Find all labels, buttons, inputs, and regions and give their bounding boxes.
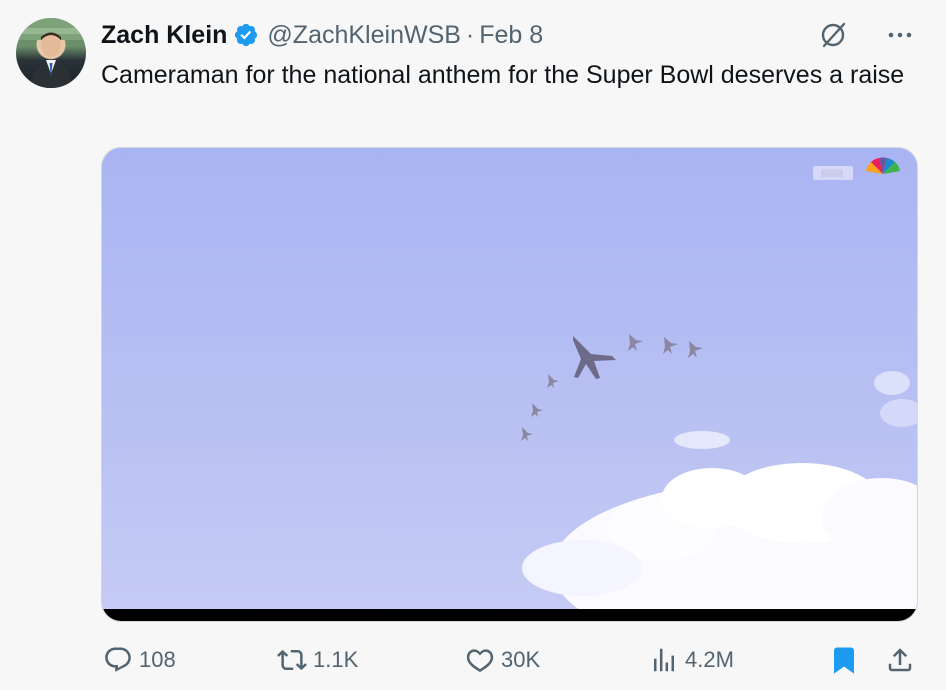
bookmark-button[interactable] [829,640,865,680]
views-button[interactable]: 4.2M [649,640,734,680]
like-count: 30K [501,647,541,672]
video-letterbox [102,609,917,621]
retweet-icon [277,649,307,671]
reply-icon [105,647,131,672]
views-icon [654,648,674,672]
action-bar: 108 1.1K 30K 4.2M [101,640,916,680]
grok-icon[interactable] [818,20,848,50]
retweet-button[interactable]: 1.1K [277,640,358,680]
video-frame [521,334,917,621]
author-name[interactable]: Zach Klein [101,21,227,50]
verified-badge-icon [235,23,258,47]
tweet-date[interactable]: Feb 8 [479,21,543,50]
share-button[interactable] [885,640,921,680]
reply-count: 108 [139,647,176,672]
retweet-count: 1.1K [313,647,359,672]
tweet-text: Cameraman for the national anthem for th… [101,61,905,89]
like-icon [466,649,494,673]
avatar[interactable] [16,18,86,88]
tweet-header: Zach Klein @ZachKleinWSB · Feb 8 [101,20,926,50]
bookmark-icon [834,647,854,674]
like-button[interactable]: 30K [465,640,540,680]
share-icon [888,648,912,672]
separator: · [465,20,475,49]
tweet-video[interactable] [101,147,918,622]
reply-button[interactable]: 108 [103,640,176,680]
author-handle[interactable]: @ZachKleinWSB [267,21,461,50]
more-icon[interactable] [884,20,916,50]
network-logo [813,157,900,180]
tweet[interactable]: Zach Klein @ZachKleinWSB · Feb 8 Cameram… [0,0,946,690]
views-count: 4.2M [685,647,734,672]
bomber-jet [573,336,616,379]
